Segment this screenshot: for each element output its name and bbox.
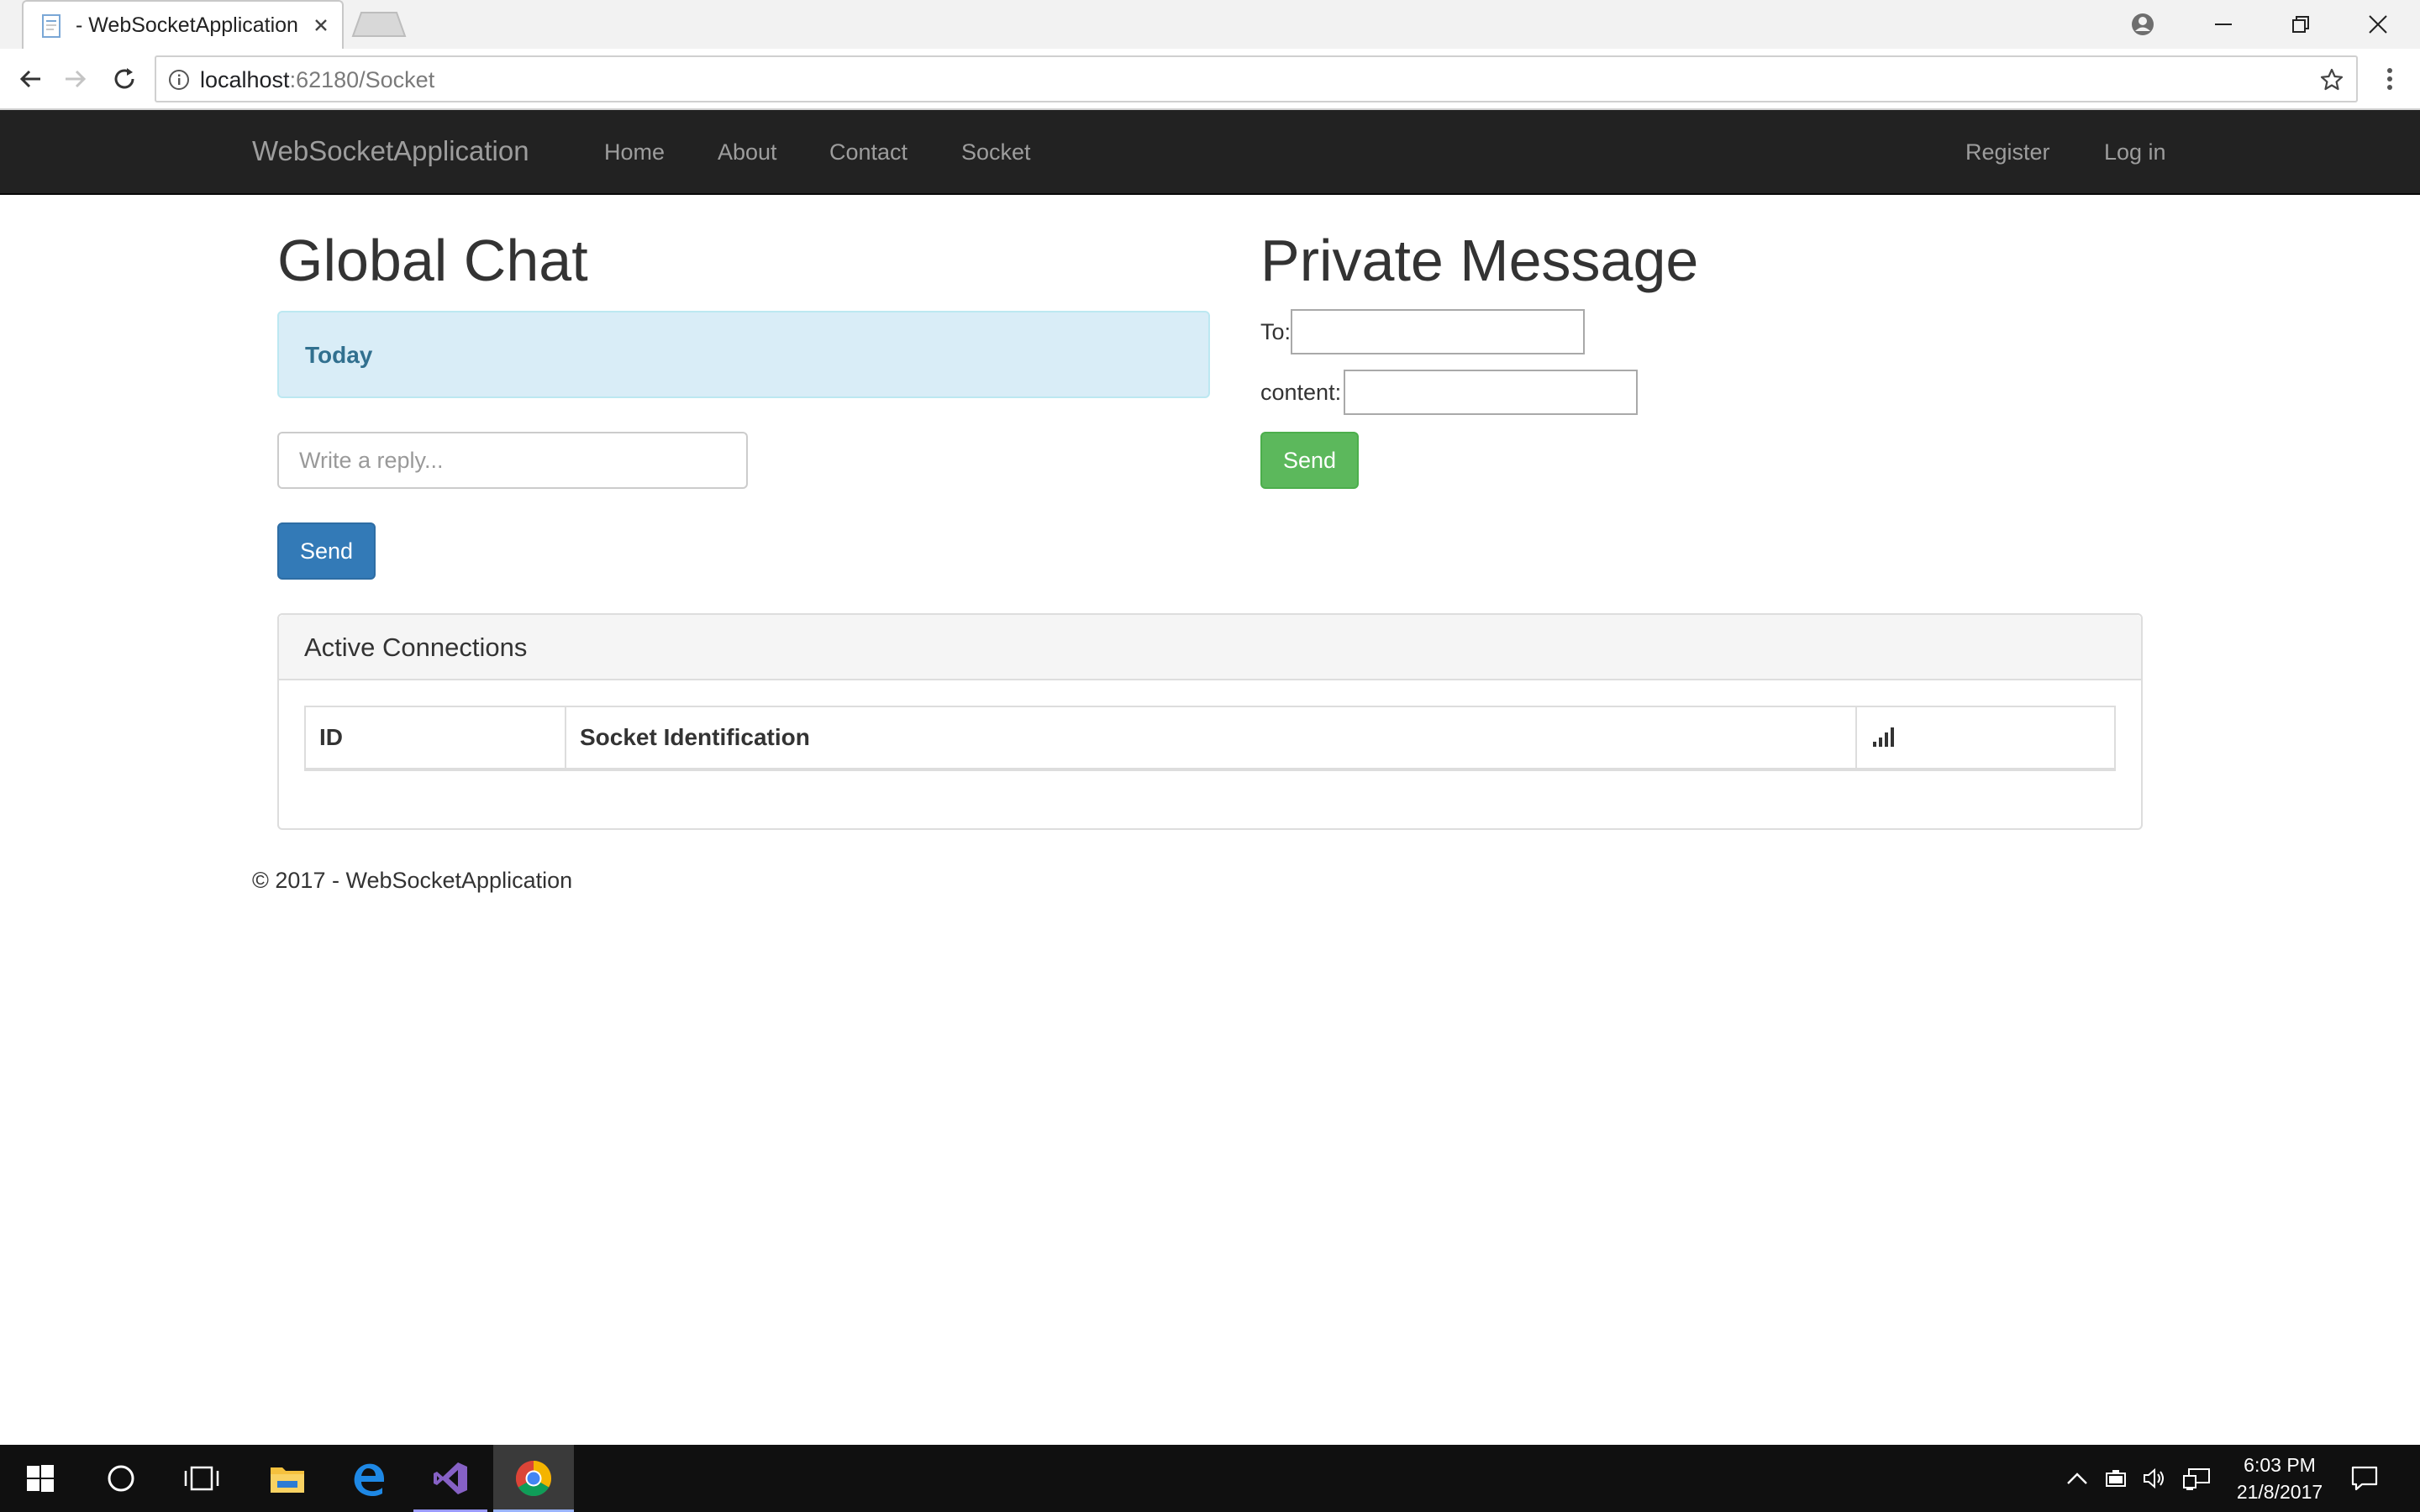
column-header-id: ID [306,707,566,768]
address-bar[interactable]: localhost:62180/Socket [155,55,2358,102]
column-header-signal [1857,707,2114,768]
browser-toolbar: localhost:62180/Socket [0,49,2420,110]
task-view-icon[interactable] [161,1445,242,1512]
footer-copyright: © 2017 - WebSocketApplication [252,868,573,893]
windows-start-icon[interactable] [0,1445,81,1512]
private-message-title: Private Message [1260,228,1699,293]
restore-icon[interactable] [2262,0,2339,49]
nav-link-contact[interactable]: Contact [829,137,908,167]
volume-icon[interactable] [2139,1445,2170,1512]
panel-title: Active Connections [304,633,528,662]
more-menu-icon[interactable] [2380,60,2400,97]
url-path: :62180/Socket [289,67,435,92]
chat-messages-box: Today [277,311,1210,398]
forward-arrow-icon[interactable] [57,60,94,97]
nav-link-register[interactable]: Register [1965,137,2050,167]
clock-date: 21/8/2017 [2236,1481,2323,1503]
to-field[interactable] [1291,309,1585,354]
column-header-label: Socket Identification [580,724,810,750]
tab-title: - WebSocketApplication [76,13,298,37]
content-field[interactable] [1344,370,1638,415]
today-label: Today [305,342,373,368]
cortana-icon[interactable] [81,1445,161,1512]
account-icon[interactable] [2104,0,2181,49]
private-send-button[interactable]: Send [1260,432,1359,489]
navbar-brand[interactable]: WebSocketApplication [252,134,529,169]
edge-icon[interactable] [328,1445,408,1512]
star-icon[interactable] [2319,67,2344,92]
back-arrow-icon[interactable] [12,60,49,97]
close-icon[interactable] [309,13,333,37]
info-icon[interactable] [168,69,190,91]
content-label: content: [1260,380,1342,405]
global-chat-title: Global Chat [277,228,588,293]
column-header-label: ID [319,724,343,750]
browser-tab[interactable]: - WebSocketApplication [22,0,344,49]
site-navbar: WebSocketApplication Home About Contact … [0,110,2420,195]
panel-heading: Active Connections [279,615,2141,680]
file-explorer-icon[interactable] [247,1445,328,1512]
nav-link-home[interactable]: Home [604,137,665,167]
minimize-icon[interactable] [2185,0,2262,49]
clock-time: 6:03 PM [2244,1454,2316,1476]
close-window-icon[interactable] [2339,0,2417,49]
browser-tab-strip: - WebSocketApplication [0,0,2420,49]
network-icon[interactable] [2180,1445,2213,1512]
nav-link-login[interactable]: Log in [2104,137,2166,167]
visual-studio-icon[interactable] [410,1445,491,1512]
signal-bars-icon [1872,726,1896,748]
taskbar-clock[interactable]: 6:03 PM 21/8/2017 [2217,1452,2343,1505]
to-label: To: [1260,319,1292,344]
url-host: localhost [200,67,290,92]
reply-input[interactable] [277,432,748,489]
active-connections-panel: Active Connections ID Socket Identificat… [277,613,2143,830]
new-tab-icon[interactable] [351,12,407,37]
nav-link-socket[interactable]: Socket [961,137,1031,167]
column-header-socket-identification: Socket Identification [566,707,1857,768]
nav-link-about[interactable]: About [718,137,777,167]
page-favicon-icon [40,13,64,39]
global-send-button[interactable]: Send [277,522,376,580]
battery-icon[interactable] [2101,1445,2131,1512]
chrome-icon[interactable] [493,1445,574,1512]
chevron-up-icon[interactable] [2062,1445,2092,1512]
url-text: localhost:62180/Socket [200,66,434,94]
action-center-icon[interactable] [2344,1445,2385,1512]
windows-taskbar: 6:03 PM 21/8/2017 [0,1445,2420,1512]
connections-table: ID Socket Identification [304,706,2116,771]
reload-icon[interactable] [106,60,143,97]
